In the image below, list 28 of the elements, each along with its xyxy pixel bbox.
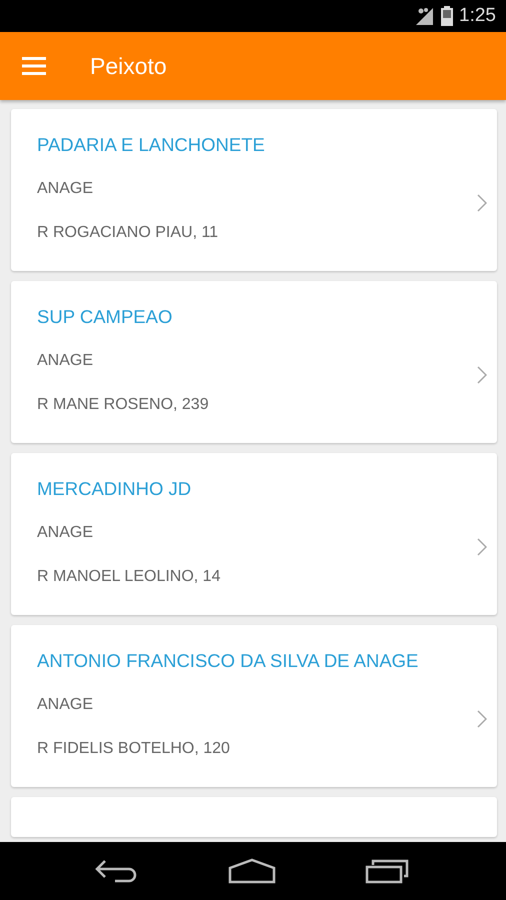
store-city: ANAGE [37, 179, 94, 199]
store-name: MERCADINHO JD [37, 478, 192, 500]
store-address: R ROGACIANO PIAU, 11 [37, 223, 220, 243]
recents-icon [365, 858, 412, 884]
battery-icon [441, 6, 454, 26]
store-city: ANAGE [37, 695, 94, 715]
chevron-right-icon [477, 538, 487, 556]
status-time: 1:25 [459, 5, 496, 27]
store-card[interactable]: SUP CAMPEAO ANAGE R MANE ROSENO, 239 [11, 281, 497, 443]
store-card[interactable]: MERCADINHO JD ANAGE R MANOEL LEOLINO, 14 [11, 453, 497, 615]
store-card[interactable]: PADARIA E LANCHONETE ANAGE R ROGACIANO PIAU, 11 [11, 109, 497, 271]
toolbar-title: Peixoto [90, 52, 167, 80]
store-address: R FIDELIS BOTELHO, 120 [37, 739, 231, 759]
menu-icon [22, 56, 48, 76]
chevron-right-icon [477, 194, 487, 212]
store-address: R MANE ROSENO, 239 [37, 395, 210, 415]
store-city: ANAGE [37, 351, 94, 371]
store-name: SUP CAMPEAO [37, 306, 174, 328]
home-icon [228, 858, 276, 884]
store-city: ANAGE [37, 523, 94, 543]
store-address: R MANOEL LEOLINO, 14 [37, 567, 222, 587]
back-arrow-icon [94, 859, 139, 883]
store-card[interactable]: ANTONIO FRANCISCO DA SILVA DE ANAGE ANAGE R FIDELIS BOTELHO, 120 [11, 625, 497, 787]
chevron-right-icon [477, 366, 487, 384]
store-name: ANTONIO FRANCISCO DA SILVA DE ANAGE [37, 650, 420, 672]
chevron-right-icon [477, 710, 487, 728]
store-name: PADARIA E LANCHONETE [37, 134, 266, 156]
menu-button[interactable] [22, 56, 48, 76]
